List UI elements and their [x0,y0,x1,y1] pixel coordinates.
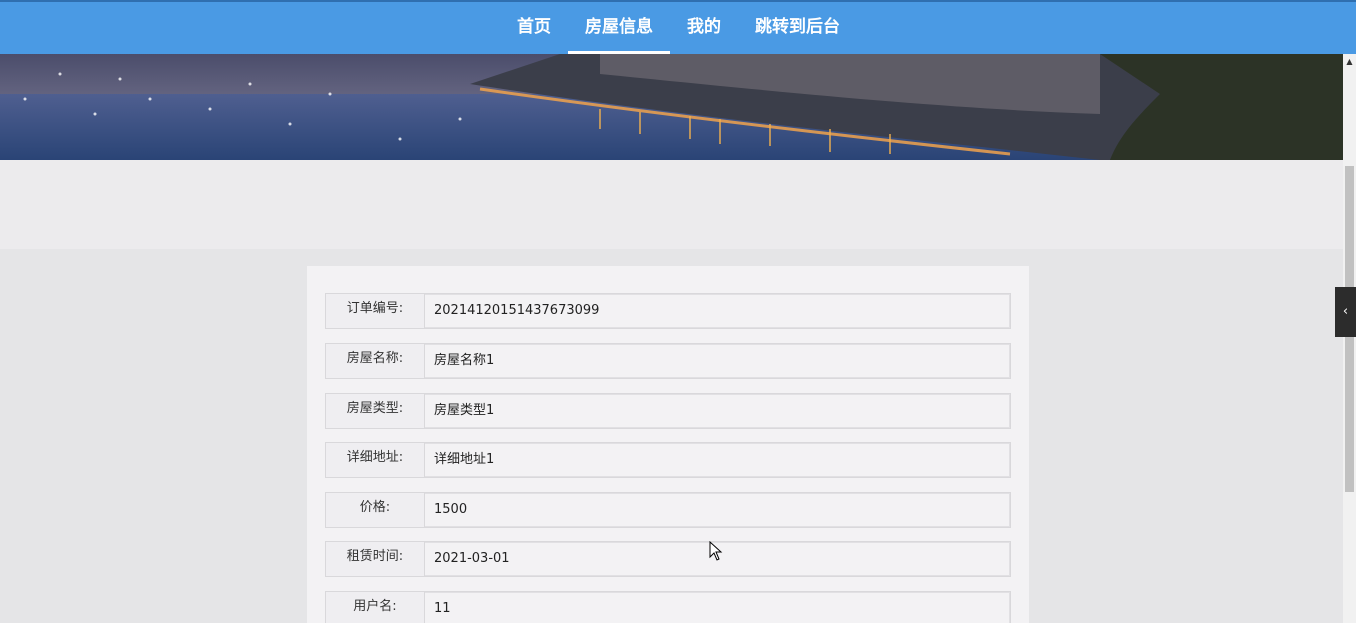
nav-menu: 首页 房屋信息 我的 跳转到后台 [500,2,857,54]
username-field[interactable]: 11 [425,592,1010,623]
address-label: 详细地址: [326,443,425,477]
username-row: 用户名: 11 [325,591,1011,623]
mouse-cursor-icon [709,541,723,561]
username-label: 用户名: [326,592,425,623]
price-label: 价格: [326,493,425,527]
order-number-row: 订单编号: 20214120151437673099 [325,293,1011,329]
address-field[interactable]: 详细地址1 [425,443,1010,477]
rental-time-row: 租赁时间: 2021-03-01 [325,541,1011,577]
order-number-label: 订单编号: [326,294,425,328]
nav-item-mine[interactable]: 我的 [670,2,738,54]
side-panel-toggle[interactable]: ‹ [1335,287,1356,337]
nav-item-admin[interactable]: 跳转到后台 [738,2,857,54]
price-field[interactable]: 1500 [425,493,1010,527]
address-row: 详细地址: 详细地址1 [325,442,1011,478]
harbor-night-image [0,54,1343,160]
house-name-field[interactable]: 房屋名称1 [425,344,1010,378]
top-nav: 首页 房屋信息 我的 跳转到后台 [0,0,1356,54]
page: 首页 房屋信息 我的 跳转到后台 订单编号: 20214120151437673… [0,0,1356,623]
page-scrollbar[interactable]: ▲ [1343,54,1356,623]
order-detail-card: 订单编号: 20214120151437673099 房屋名称: 房屋名称1 房… [307,266,1029,623]
scroll-up-arrow-icon[interactable]: ▲ [1343,54,1356,68]
nav-item-home[interactable]: 首页 [500,2,568,54]
banner-image [0,54,1343,160]
house-type-field[interactable]: 房屋类型1 [425,394,1010,428]
house-name-row: 房屋名称: 房屋名称1 [325,343,1011,379]
house-type-row: 房屋类型: 房屋类型1 [325,393,1011,429]
order-number-field[interactable]: 20214120151437673099 [425,294,1010,328]
rental-time-label: 租赁时间: [326,542,425,576]
content-header-band [0,160,1343,249]
house-type-label: 房屋类型: [326,394,425,428]
house-name-label: 房屋名称: [326,344,425,378]
price-row: 价格: 1500 [325,492,1011,528]
nav-item-house-info[interactable]: 房屋信息 [568,2,670,54]
chevron-left-icon: ‹ [1342,304,1349,319]
